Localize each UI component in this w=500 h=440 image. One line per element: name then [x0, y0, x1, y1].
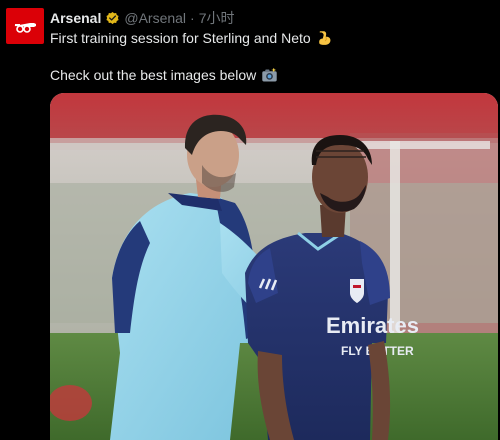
tweet-line-1: First training session for Sterling and …	[50, 29, 490, 48]
tweet-media-photo[interactable]: Emirates FLY BETTER	[50, 93, 498, 440]
avatar[interactable]	[6, 8, 44, 44]
camera-flash-icon	[261, 67, 278, 84]
tweet-text-line-1: First training session for Sterling and …	[50, 30, 311, 46]
verified-gold-badge-icon	[106, 11, 119, 24]
tweet-body: First training session for Sterling and …	[50, 29, 490, 85]
flexed-biceps-icon	[316, 30, 333, 47]
tweet-header: Arsenal @Arsenal · 7小时	[50, 9, 235, 27]
tweet-text-line-2: Check out the best images below	[50, 67, 257, 83]
training-photo: Emirates FLY BETTER	[50, 93, 498, 440]
separator-dot: ·	[190, 10, 195, 26]
arsenal-cannon-icon	[14, 23, 36, 33]
account-handle[interactable]: @Arsenal	[124, 10, 186, 26]
account-name[interactable]: Arsenal	[50, 10, 101, 26]
kit-sponsor-text: Emirates	[326, 313, 419, 338]
post-timestamp[interactable]: 7小时	[199, 8, 235, 28]
tweet-line-2: Check out the best images below	[50, 66, 490, 85]
